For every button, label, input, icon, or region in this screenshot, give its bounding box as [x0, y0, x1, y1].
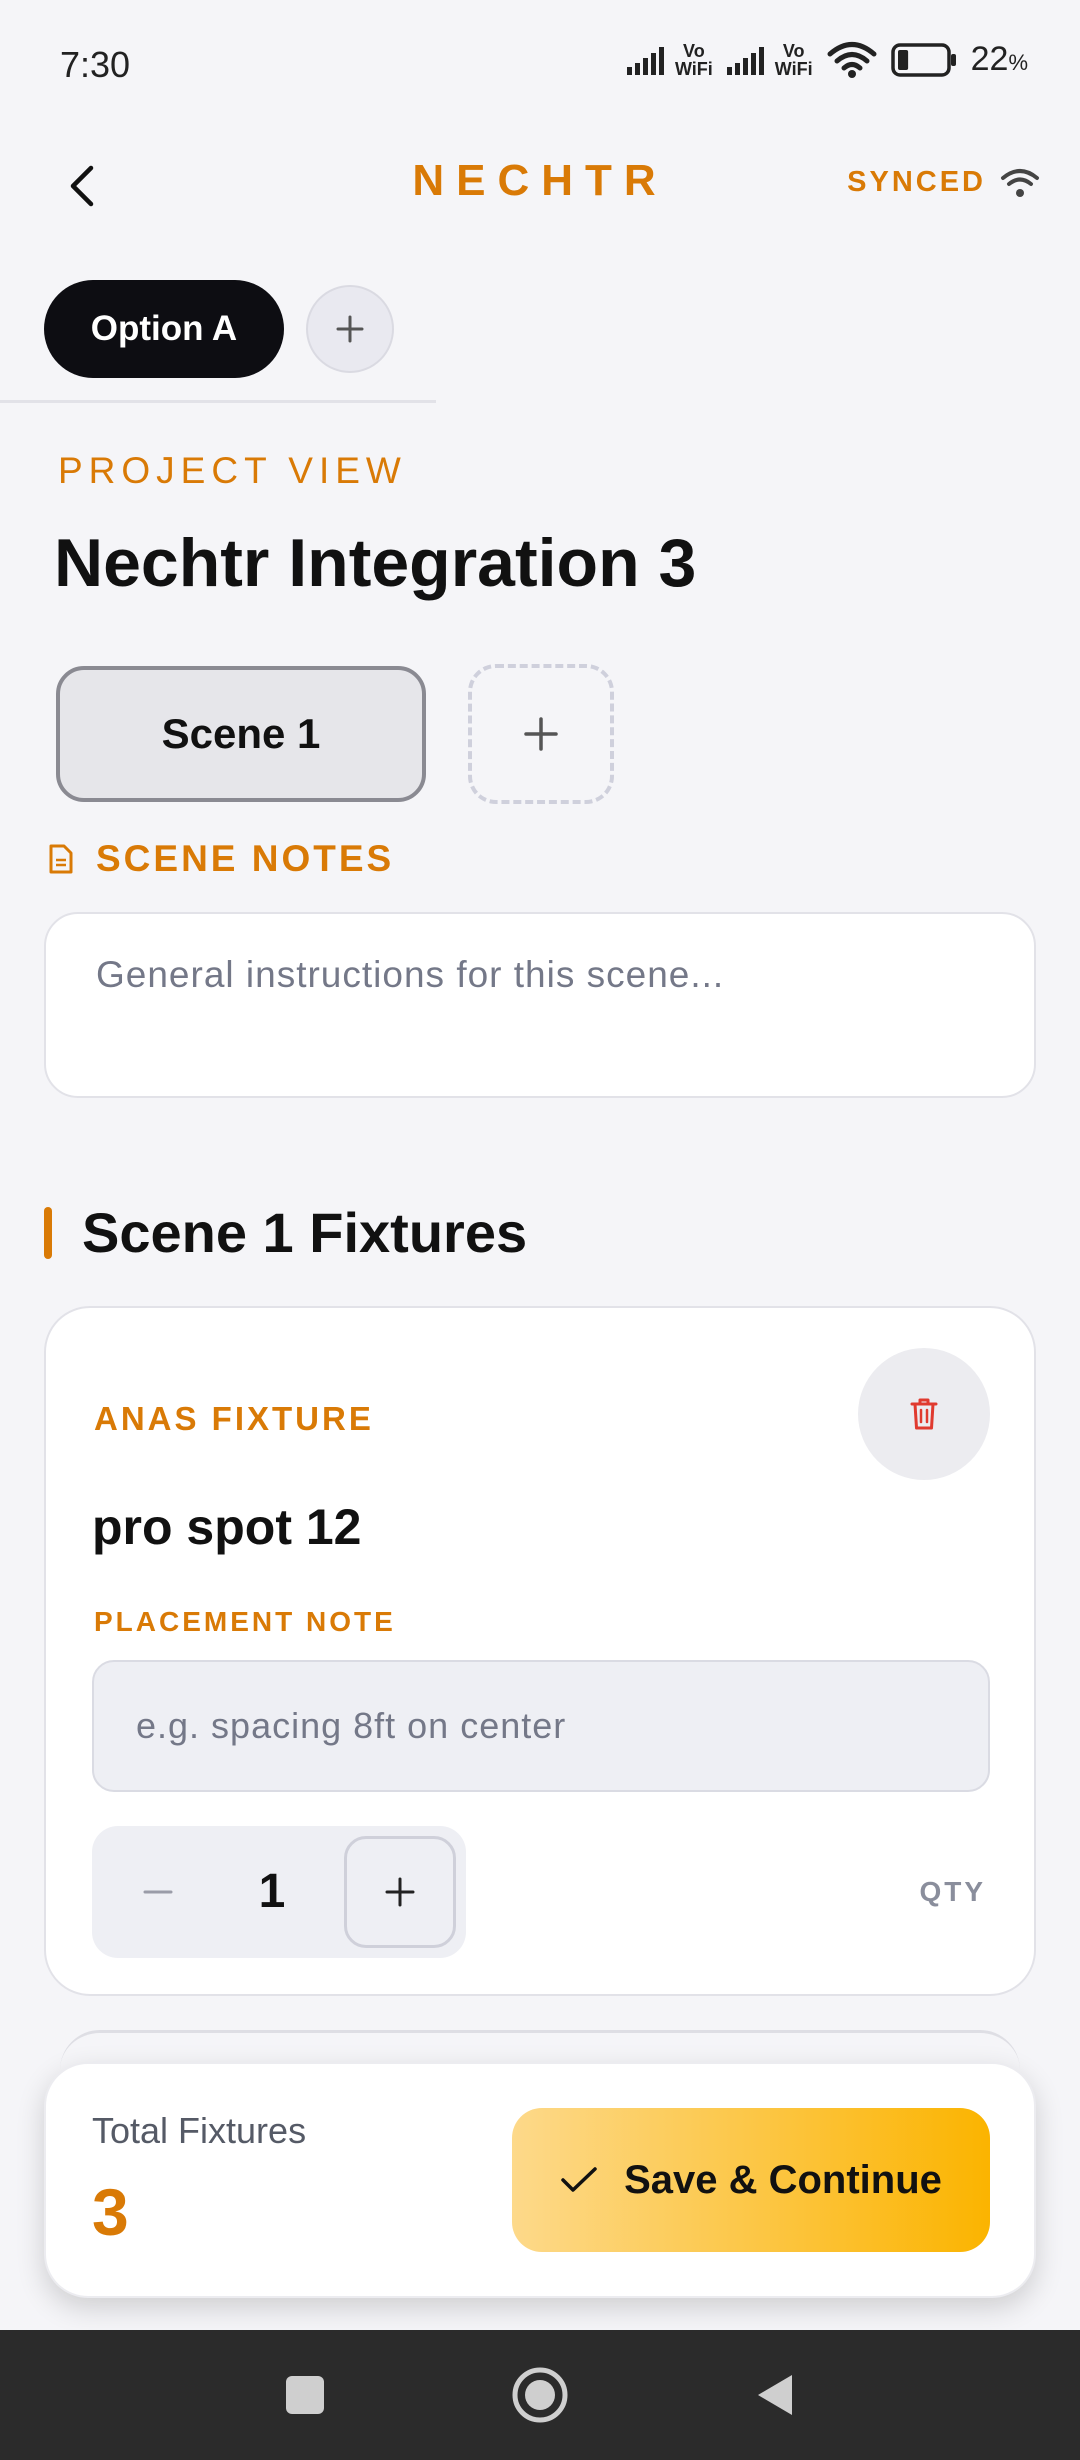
- trash-icon: [910, 1398, 938, 1430]
- fixtures-heading: Scene 1 Fixtures: [44, 1200, 527, 1265]
- vowifi-badge-1: Vo WiFi: [674, 40, 713, 79]
- sync-status: SYNCED: [847, 166, 1040, 199]
- total-fixtures-value: 3: [92, 2175, 129, 2249]
- app-header: NECHTR SYNCED: [0, 130, 1080, 240]
- document-icon: [49, 844, 73, 874]
- square-icon: [286, 2376, 324, 2414]
- save-continue-button[interactable]: Save & Continue: [512, 2108, 990, 2252]
- total-fixtures-label: Total Fixtures: [92, 2110, 307, 2151]
- qty-label: QTY: [919, 1876, 986, 1907]
- battery-icon: [890, 42, 956, 77]
- cellular-signal-2: Vo WiFi: [726, 40, 813, 79]
- back-nav-button[interactable]: [715, 2330, 835, 2460]
- add-option-button[interactable]: [306, 285, 394, 373]
- fixture-name: pro spot 12: [92, 1499, 362, 1555]
- recents-button[interactable]: [245, 2330, 365, 2460]
- project-view-label: PROJECT VIEW: [58, 450, 407, 491]
- status-icons: Vo WiFi Vo WiFi 22%: [626, 40, 1028, 79]
- summary-panel: Total Fixtures 3 Save & Continue: [44, 2062, 1036, 2298]
- add-scene-button[interactable]: [468, 664, 614, 804]
- signal-bars-icon: [626, 46, 664, 75]
- system-nav-bar: [0, 2330, 1080, 2460]
- plus-icon: [524, 717, 558, 751]
- check-icon: [561, 2167, 597, 2192]
- decrement-button[interactable]: [132, 1866, 184, 1918]
- project-title: Nechtr Integration 3: [54, 525, 697, 601]
- status-time: 7:30: [60, 44, 131, 85]
- minus-icon: [143, 1890, 173, 1894]
- increment-button[interactable]: [344, 1836, 456, 1948]
- placement-note-label: PLACEMENT NOTE: [94, 1606, 396, 1637]
- signal-bars-icon: [726, 46, 764, 75]
- cellular-signal-1: Vo WiFi: [626, 40, 713, 79]
- tab-scene-1[interactable]: Scene 1: [56, 666, 426, 802]
- fixtures-accent-bar: [44, 1206, 52, 1259]
- scene-notes-input[interactable]: [96, 954, 984, 1056]
- home-circle-icon: [512, 2367, 568, 2423]
- home-button[interactable]: [480, 2330, 600, 2460]
- plus-icon: [385, 1877, 415, 1907]
- option-divider: [0, 400, 436, 403]
- fixture-card: ANAS FIXTURE pro spot 12 PLACEMENT NOTE …: [44, 1306, 1036, 1996]
- delete-fixture-button[interactable]: [858, 1348, 990, 1480]
- wifi-icon: [1001, 168, 1039, 197]
- triangle-back-icon: [758, 2375, 792, 2415]
- fixture-type-label: ANAS FIXTURE: [94, 1400, 374, 1437]
- scene-notes-header: SCENE NOTES: [48, 838, 394, 880]
- quantity-value: 1: [258, 1865, 286, 1918]
- tab-option-a[interactable]: Option A: [44, 280, 284, 378]
- wifi-status-icon: [827, 41, 877, 78]
- vowifi-badge-2: Vo WiFi: [774, 40, 813, 79]
- option-tabs: Option A: [44, 280, 394, 378]
- status-bar: 7:30 Vo WiFi Vo WiFi 22%: [0, 0, 1080, 130]
- placement-note-input[interactable]: [92, 1660, 990, 1792]
- fixtures-title: Scene 1 Fixtures: [82, 1201, 528, 1264]
- sync-label: SYNCED: [847, 166, 986, 198]
- plus-icon: [336, 315, 364, 343]
- scene-notes-box: [44, 912, 1036, 1098]
- battery-percentage: 22%: [970, 40, 1028, 78]
- quantity-stepper: 1: [92, 1826, 466, 1958]
- scene-notes-label: SCENE NOTES: [96, 838, 395, 879]
- save-continue-label: Save & Continue: [624, 2157, 942, 2202]
